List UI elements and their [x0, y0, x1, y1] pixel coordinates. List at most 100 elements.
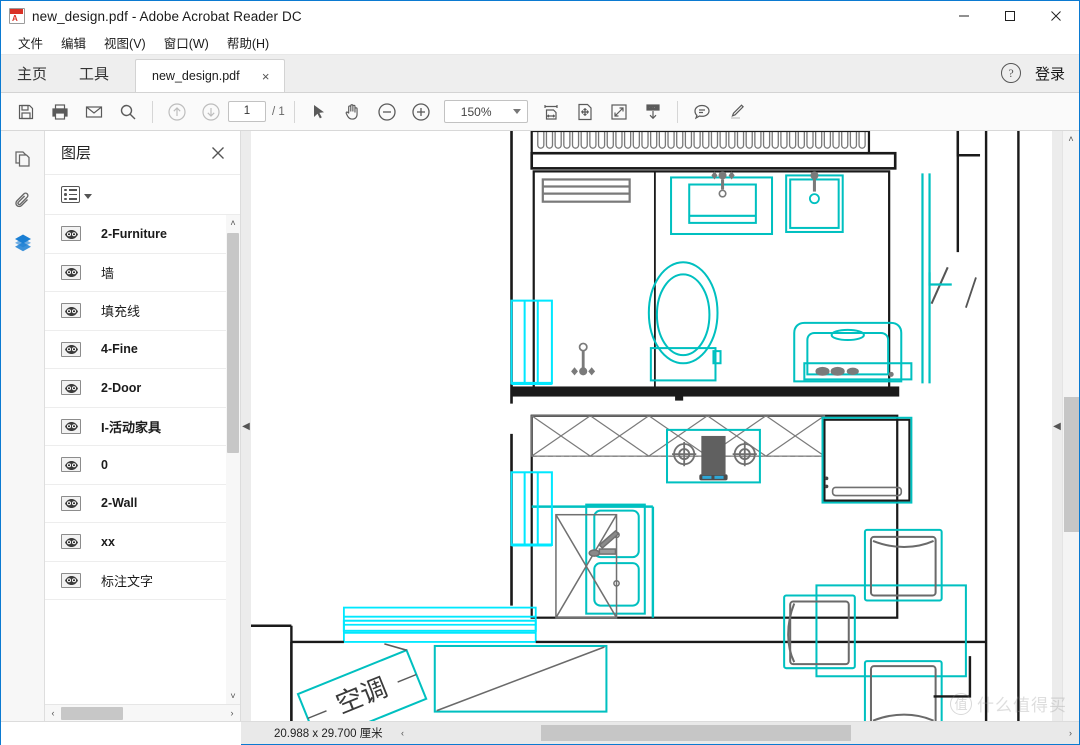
- tab-tools[interactable]: 工具: [63, 54, 125, 92]
- eye-icon[interactable]: [61, 380, 81, 396]
- table-row[interactable]: 标注文字: [45, 562, 226, 600]
- scroll-left-arrow[interactable]: ‹: [45, 705, 61, 722]
- eye-icon[interactable]: [61, 572, 81, 588]
- chevron-down-icon[interactable]: [512, 109, 521, 114]
- layer-list[interactable]: 2-Furniture 墙 填充线 4-Fine 2-Door I-活动家具 0…: [45, 215, 240, 704]
- document-viewport[interactable]: 空调 ˄ ◀: [251, 131, 1079, 721]
- menu-window[interactable]: 窗口(W): [155, 31, 218, 54]
- doc-scroll-up-arrow[interactable]: ˄: [1063, 131, 1080, 147]
- toolbar: 1 / 1 150%: [1, 93, 1079, 131]
- layers-vertical-scrollbar[interactable]: ˄ ˅: [226, 215, 240, 704]
- doc-hscroll-thumb[interactable]: [541, 724, 851, 741]
- eye-icon[interactable]: [61, 264, 81, 280]
- doc-scroll-thumb[interactable]: [1063, 397, 1079, 532]
- print-icon[interactable]: [45, 97, 75, 127]
- toolbar-separator-3: [676, 100, 678, 123]
- window-title: new_design.pdf - Adobe Acrobat Reader DC: [32, 8, 302, 24]
- collapse-left-icon[interactable]: ◀: [242, 421, 250, 432]
- eye-icon[interactable]: [61, 303, 81, 319]
- close-button[interactable]: [1033, 1, 1079, 31]
- menu-help[interactable]: 帮助(H): [218, 31, 278, 54]
- left-panel-splitter[interactable]: ◀: [241, 131, 251, 721]
- table-row[interactable]: 0: [45, 446, 226, 485]
- fit-page-icon[interactable]: [604, 97, 634, 127]
- layer-name-label: 2-Wall: [101, 496, 138, 511]
- layers-scroll-track[interactable]: [226, 231, 240, 688]
- menu-view[interactable]: 视图(V): [95, 31, 155, 54]
- table-row[interactable]: 2-Furniture: [45, 215, 226, 254]
- save-icon[interactable]: [11, 97, 41, 127]
- help-icon[interactable]: ?: [1000, 63, 1021, 83]
- close-icon[interactable]: [208, 143, 228, 163]
- table-row[interactable]: 2-Door: [45, 369, 226, 408]
- table-row[interactable]: xx: [45, 523, 226, 562]
- layer-name-label: 2-Door: [101, 380, 142, 395]
- highlight-icon[interactable]: [721, 97, 751, 127]
- table-row[interactable]: 4-Fine: [45, 331, 226, 369]
- toolbar-separator-2: [293, 100, 295, 123]
- eye-icon[interactable]: [61, 457, 81, 473]
- table-row[interactable]: 墙: [45, 254, 226, 292]
- maximize-button[interactable]: [987, 1, 1033, 31]
- eye-icon[interactable]: [61, 341, 81, 357]
- page-total-label: / 1: [272, 105, 285, 118]
- window-controls: [941, 1, 1079, 31]
- eye-icon[interactable]: [61, 226, 81, 242]
- scroll-up-arrow[interactable]: ˄: [226, 215, 240, 231]
- doc-scroll-track[interactable]: [1063, 147, 1080, 721]
- arrow-down-icon[interactable]: [196, 97, 226, 127]
- document-tab[interactable]: new_design.pdf ×: [135, 59, 286, 92]
- close-icon[interactable]: ×: [258, 68, 274, 84]
- eye-icon[interactable]: [61, 495, 81, 511]
- fit-width-icon[interactable]: [536, 97, 566, 127]
- sign-in-button[interactable]: 登录: [1035, 63, 1065, 84]
- search-icon[interactable]: [113, 97, 143, 127]
- scroll-down-arrow[interactable]: ˅: [226, 688, 240, 704]
- rail-attachments[interactable]: [9, 187, 37, 215]
- navigation-rail: [1, 131, 45, 721]
- status-left-filler: [1, 721, 241, 745]
- rail-page-thumbnails[interactable]: [9, 145, 37, 173]
- doc-scroll-right-arrow[interactable]: ›: [1062, 722, 1079, 745]
- cursor-icon[interactable]: [304, 97, 334, 127]
- layers-hscroll-thumb[interactable]: [61, 706, 123, 720]
- panel-title: 图层: [61, 145, 92, 162]
- table-row[interactable]: 填充线: [45, 292, 226, 331]
- right-panel-splitter[interactable]: ◀: [1052, 131, 1062, 721]
- pan-zoom-icon[interactable]: [570, 97, 600, 127]
- menu-file[interactable]: 文件: [9, 31, 52, 54]
- hand-icon[interactable]: [338, 97, 368, 127]
- scroll-right-arrow[interactable]: ›: [224, 705, 240, 722]
- document-vertical-scrollbar[interactable]: ˄: [1062, 131, 1079, 721]
- document-tab-label: new_design.pdf: [152, 69, 240, 83]
- zoom-level-select[interactable]: 150%: [443, 100, 528, 123]
- table-row[interactable]: I-活动家具: [45, 408, 226, 446]
- doc-hscroll-track[interactable]: [411, 722, 1062, 745]
- layers-hscroll-track[interactable]: [61, 705, 224, 722]
- layer-name-label: 0: [101, 457, 108, 472]
- minimize-button[interactable]: [941, 1, 987, 31]
- comment-icon[interactable]: [687, 97, 717, 127]
- title-bar: A new_design.pdf - Adobe Acrobat Reader …: [1, 1, 1079, 31]
- doc-scroll-left-arrow[interactable]: ‹: [394, 722, 411, 745]
- page-number-input[interactable]: 1: [228, 101, 266, 122]
- menu-edit[interactable]: 编辑: [52, 31, 95, 54]
- collapse-right-icon[interactable]: ◀: [1053, 421, 1061, 432]
- eye-icon[interactable]: [61, 534, 81, 550]
- tab-home[interactable]: 主页: [1, 54, 63, 92]
- page-size-label: 20.988 x 29.700 厘米: [274, 728, 383, 740]
- layer-name-label: 2-Furniture: [101, 226, 167, 241]
- table-row[interactable]: 2-Wall: [45, 485, 226, 523]
- layer-options-icon[interactable]: [61, 186, 80, 203]
- eye-icon[interactable]: [61, 418, 81, 434]
- layer-name-label: 标注文字: [101, 573, 154, 589]
- email-icon[interactable]: [79, 97, 109, 127]
- chevron-down-icon[interactable]: [84, 193, 92, 199]
- layers-scroll-thumb[interactable]: [227, 233, 239, 453]
- rail-layers[interactable]: [9, 229, 37, 257]
- zoom-in-icon[interactable]: [406, 97, 436, 127]
- layers-horizontal-scrollbar[interactable]: ‹ ›: [45, 704, 240, 721]
- arrow-up-icon[interactable]: [162, 97, 192, 127]
- scroll-mode-icon[interactable]: [638, 97, 668, 127]
- zoom-out-icon[interactable]: [372, 97, 402, 127]
